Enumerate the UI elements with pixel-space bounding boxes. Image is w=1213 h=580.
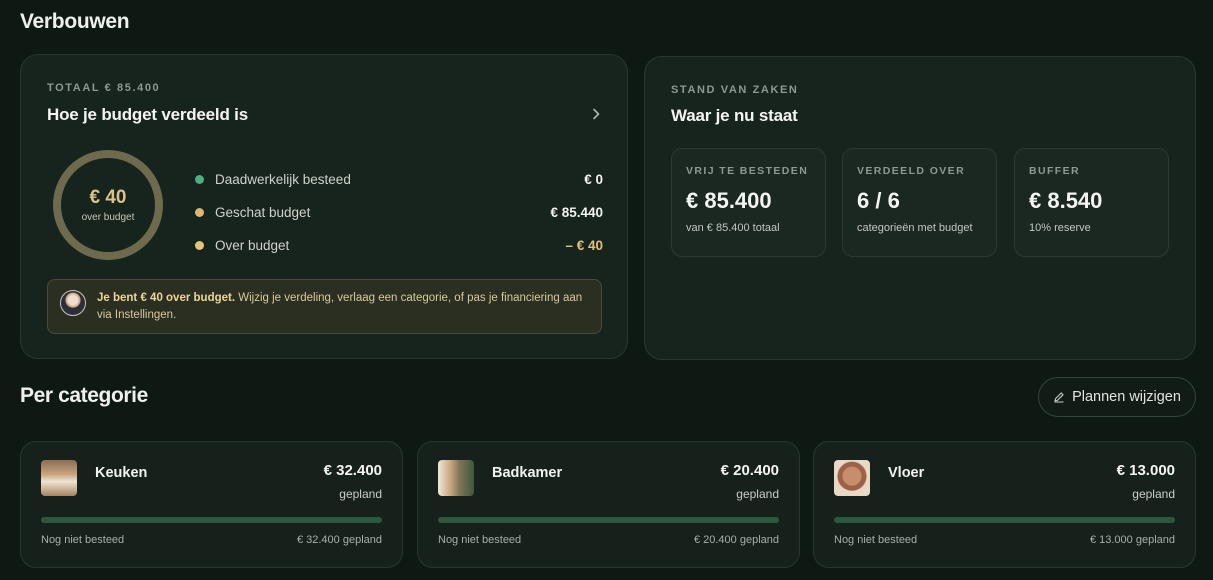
stat-free-to-spend: VRIJ TE BESTEDEN € 85.400 van € 85.400 t… — [671, 148, 826, 257]
legend-dot — [195, 241, 204, 250]
stat-value: 6 / 6 — [857, 188, 900, 213]
stat-buffer: BUFFER € 8.540 10% reserve — [1014, 148, 1169, 257]
floor-image — [834, 460, 870, 496]
legend-dot — [195, 208, 204, 217]
legend-value: € 0 — [584, 172, 603, 187]
pencil-icon — [1054, 392, 1064, 403]
status-card: STAND VAN ZAKEN Waar je nu staat VRIJ TE… — [644, 56, 1196, 360]
stat-sub: 10% reserve — [1029, 222, 1091, 234]
budget-card: TOTAAL € 85.400 Hoe je budget verdeeld i… — [20, 54, 628, 359]
stat-label: BUFFER — [1029, 165, 1080, 177]
category-sub: gepland — [736, 487, 779, 501]
bathroom-image — [438, 460, 474, 496]
budget-ring: € 40 over budget — [53, 150, 163, 260]
section-title: Per categorie — [20, 384, 148, 407]
category-name: Badkamer — [492, 465, 563, 481]
ring-value: € 40 — [89, 187, 127, 208]
stat-value: € 8.540 — [1029, 188, 1103, 213]
category-amount: € 32.400 — [323, 462, 382, 479]
edit-plans-label: Plannen wijzigen — [1072, 389, 1181, 405]
status-eyebrow: STAND VAN ZAKEN — [671, 84, 799, 96]
category-name: Vloer — [888, 465, 925, 481]
legend-value: € 85.440 — [550, 205, 603, 220]
over-budget-alert: Je bent € 40 over budget. Wijzig je verd… — [47, 279, 602, 334]
stat-sub: van € 85.400 totaal — [686, 222, 780, 234]
stat-value: € 85.400 — [686, 188, 772, 213]
legend-dot — [195, 175, 204, 184]
avatar — [60, 290, 86, 316]
kitchen-image — [41, 460, 77, 496]
chevron-right-icon[interactable] — [587, 105, 605, 123]
category-amount: € 20.400 — [720, 462, 779, 479]
legend-label: Geschat budget — [215, 205, 311, 220]
category-name: Keuken — [95, 465, 148, 481]
stat-sub: categorieën met budget — [857, 222, 973, 234]
legend-value: – € 40 — [565, 238, 603, 253]
category-planned: € 20.400 gepland — [693, 534, 779, 546]
category-status: Nog niet besteed — [834, 534, 918, 546]
page-title: Verbouwen — [20, 10, 130, 33]
category-sub: gepland — [1132, 487, 1175, 501]
category-sub: gepland — [339, 487, 382, 501]
category-planned: € 32.400 gepland — [296, 534, 382, 546]
category-progress-bar — [438, 517, 779, 523]
alert-text: Je bent € 40 over budget. Wijzig je verd… — [97, 290, 587, 323]
legend-label: Over budget — [215, 238, 290, 253]
status-card-title: Waar je nu staat — [671, 106, 798, 125]
category-progress-bar — [41, 517, 382, 523]
category-status: Nog niet besteed — [41, 534, 125, 546]
budget-card-title: Hoe je budget verdeeld is — [47, 105, 248, 124]
stat-label: VRIJ TE BESTEDEN — [686, 165, 809, 177]
stat-distributed: VERDEELD OVER 6 / 6 categorieën met budg… — [842, 148, 997, 257]
stat-label: VERDEELD OVER — [857, 165, 966, 177]
category-card-keuken[interactable]: Keuken € 32.400 gepland Nog niet besteed… — [20, 441, 403, 568]
category-progress-bar — [834, 517, 1175, 523]
category-amount: € 13.000 — [1116, 462, 1175, 479]
ring-label: over budget — [81, 212, 135, 223]
category-card-vloer[interactable]: Vloer € 13.000 gepland Nog niet besteed … — [813, 441, 1196, 568]
budget-total-eyebrow: TOTAAL € 85.400 — [47, 82, 161, 94]
legend-row-spent: Daadwerkelijk besteed € 0 — [195, 163, 603, 196]
alert-strong: Je bent € 40 over budget. — [97, 292, 236, 304]
edit-plans-button[interactable]: Plannen wijzigen — [1038, 377, 1196, 417]
category-status: Nog niet besteed — [438, 534, 522, 546]
category-card-badkamer[interactable]: Badkamer € 20.400 gepland Nog niet beste… — [417, 441, 800, 568]
legend-row-over: Over budget – € 40 — [195, 229, 603, 262]
category-planned: € 13.000 gepland — [1089, 534, 1175, 546]
legend-row-estimated: Geschat budget € 85.440 — [195, 196, 603, 229]
budget-legend: Daadwerkelijk besteed € 0 Geschat budget… — [195, 163, 603, 262]
legend-label: Daadwerkelijk besteed — [215, 172, 351, 187]
